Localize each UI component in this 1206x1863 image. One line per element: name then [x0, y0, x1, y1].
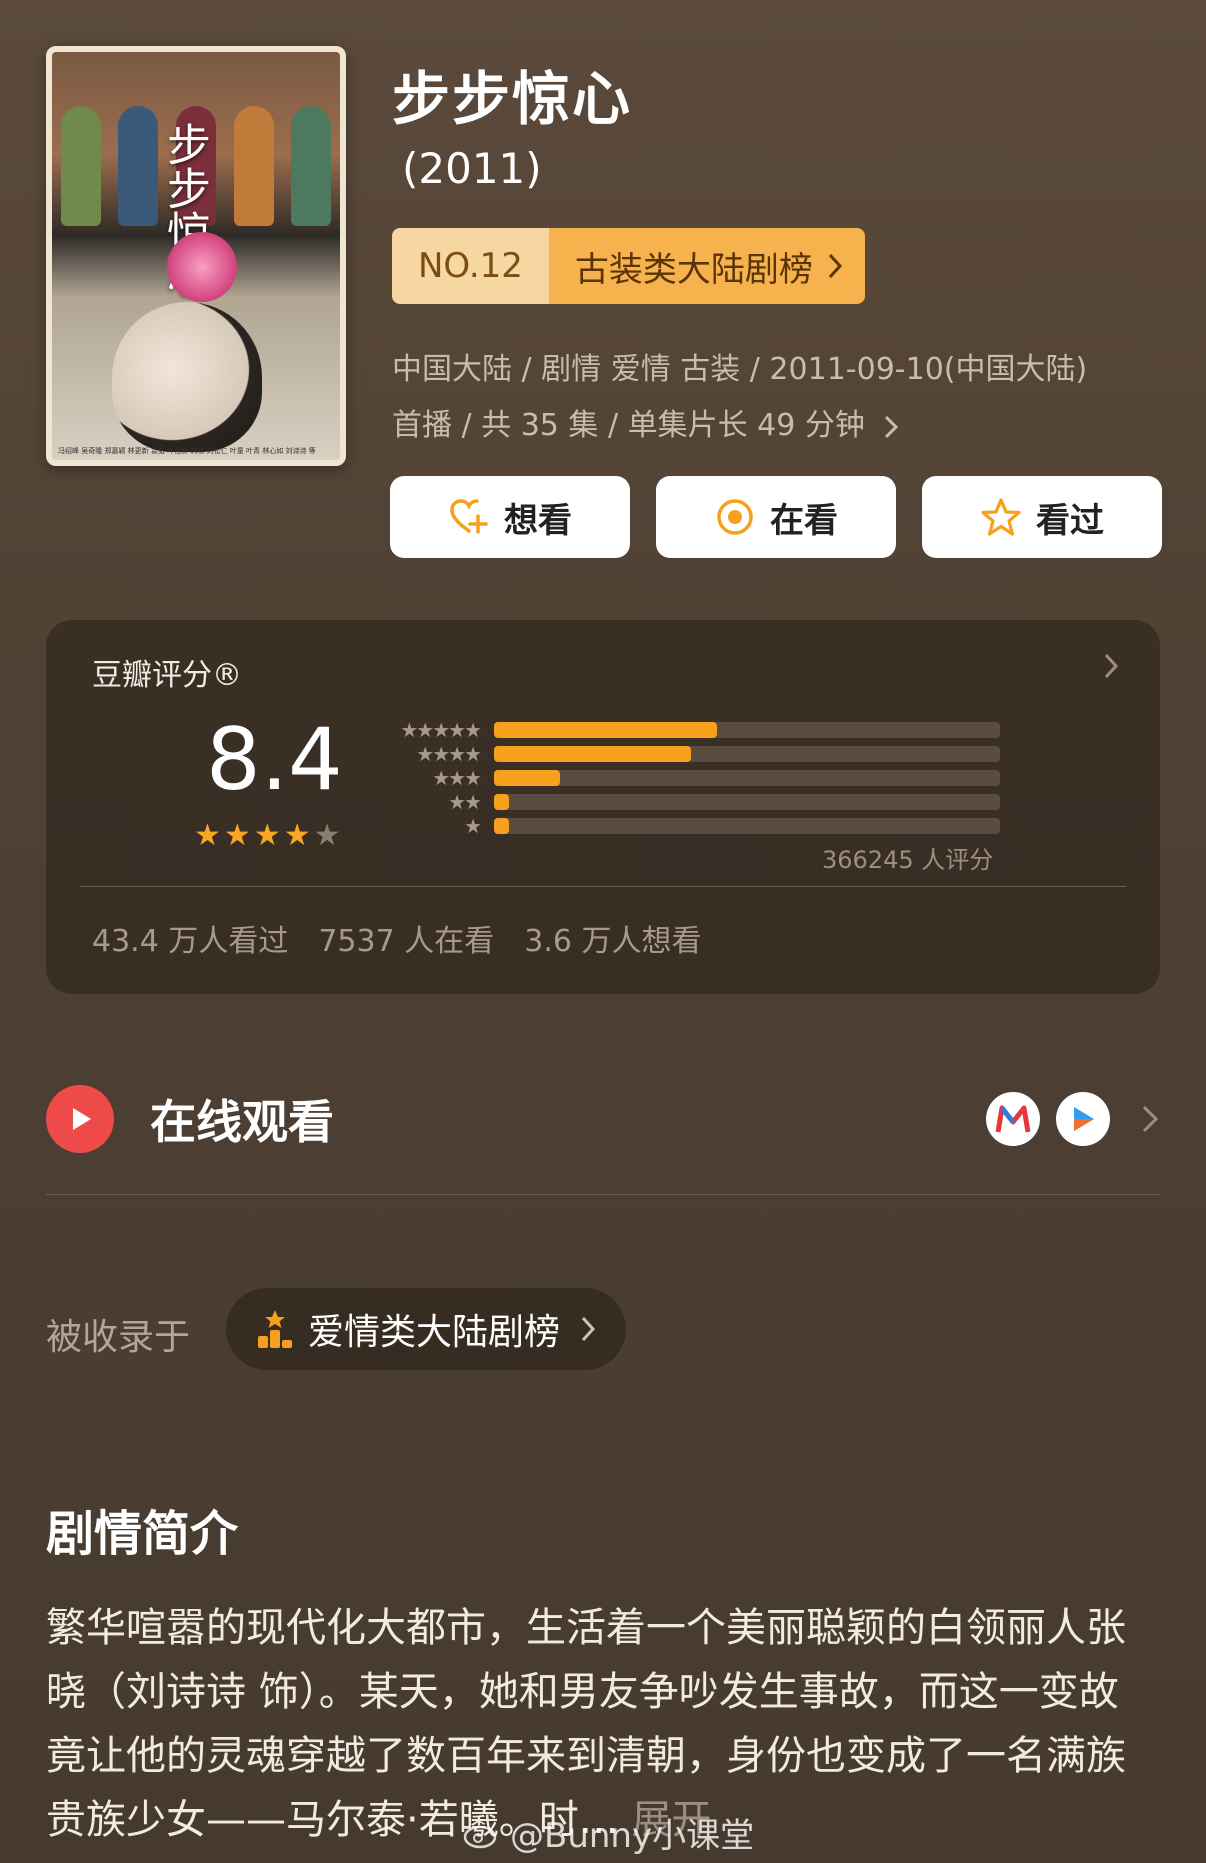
watched-button[interactable]: 看过	[922, 476, 1162, 558]
synopsis-title: 剧情简介	[46, 1506, 239, 1562]
rating-bar-track	[494, 746, 1000, 762]
watched-label: 看过	[1036, 500, 1104, 541]
want-button[interactable]: 想看	[390, 476, 630, 558]
included-list-label: 爱情类大陆剧榜	[308, 1312, 561, 1353]
rating-bar-row: ★★★	[384, 766, 1064, 790]
chevron-right-icon	[1142, 1105, 1159, 1133]
watch-online-label: 在线观看	[150, 1095, 334, 1149]
rating-stats: 43.4 万人看过 7537 人在看 3.6 万人想看	[92, 916, 701, 960]
poster-figure	[60, 106, 101, 226]
target-icon	[717, 499, 753, 535]
poster-rose	[167, 232, 237, 302]
rating-score: 8.4	[206, 710, 343, 810]
rating-count: 366245 人评分	[822, 846, 994, 874]
rating-bar-stars: ★★	[448, 790, 482, 814]
rating-bar-track	[494, 722, 1000, 738]
stat-watching: 7537 人在看	[318, 924, 495, 959]
weibo-icon	[463, 1825, 497, 1848]
chevron-right-icon	[1104, 653, 1119, 679]
release-year: (2011)	[402, 144, 542, 193]
heart-plus-icon	[450, 499, 488, 534]
star-empty-icon: ★	[313, 818, 341, 853]
rating-bar-fill	[494, 722, 717, 738]
rank-number: NO.12	[392, 228, 549, 304]
star-filled-icon: ★	[253, 818, 281, 853]
rank-list-link[interactable]: 古装类大陆剧榜	[548, 228, 865, 304]
action-buttons: 想看 在看 看过	[390, 476, 1162, 558]
poster-credits: 冯绍峰 吴奇隆 郑嘉颖 林更新 袁弘 叶祖新 韩栋 刘松仁 叶童 叶青 林心如 …	[58, 447, 316, 455]
platform-list	[986, 1092, 1160, 1146]
meta-line-2-text: 首播 / 共 35 集 / 单集片长 49 分钟	[392, 408, 865, 443]
rating-bar-fill	[494, 746, 692, 762]
chevron-right-icon	[885, 415, 899, 438]
rating-stars: ★ ★ ★ ★ ★	[194, 818, 341, 853]
poster-figure	[233, 106, 274, 226]
stat-watched: 43.4 万人看过	[92, 924, 289, 959]
rating-bar-stars: ★★★★★	[400, 718, 482, 742]
rating-title: 豆瓣评分®	[92, 658, 242, 693]
rating-bar-track	[494, 794, 1000, 810]
rating-bar-stars: ★	[464, 814, 482, 838]
watermark-text: @Bunny小课堂	[510, 1816, 755, 1856]
rating-card[interactable]: 豆瓣评分® 8.4 ★ ★ ★ ★ ★ ★★★★★ ★★★★ ★★★ ★★ ★ 366245 人…	[46, 620, 1160, 994]
watch-online-row[interactable]: 在线观看	[46, 1084, 1160, 1154]
youku-icon[interactable]	[1056, 1092, 1110, 1146]
rating-bar-row: ★★	[384, 790, 1064, 814]
included-list-chip[interactable]: 爱情类大陆剧榜	[226, 1288, 627, 1370]
rating-bar-track	[494, 770, 1000, 786]
rank-list-label: 古装类大陆剧榜	[574, 249, 813, 290]
watermark: @Bunny小课堂	[462, 1808, 754, 1857]
rating-bar-row: ★★★★★	[384, 718, 1064, 742]
divider	[80, 886, 1126, 887]
meta-info[interactable]: 中国大陆 / 剧情 爱情 古装 / 2011-09-10(中国大陆) 首播 / …	[392, 342, 1172, 454]
rating-bar-fill	[494, 818, 510, 834]
watching-button[interactable]: 在看	[656, 476, 896, 558]
mgtv-icon[interactable]	[986, 1092, 1040, 1146]
chevron-right-icon	[581, 1316, 596, 1342]
meta-line-1: 中国大陆 / 剧情 爱情 古装 / 2011-09-10(中国大陆)	[392, 352, 1088, 387]
stat-want: 3.6 万人想看	[524, 924, 702, 959]
rating-bar-fill	[494, 770, 560, 786]
star-filled-icon: ★	[283, 818, 311, 853]
rating-bar-row: ★	[384, 814, 1064, 838]
poster-face	[112, 302, 262, 452]
star-filled-icon: ★	[223, 818, 251, 853]
rank-badge[interactable]: NO.12 古装类大陆剧榜	[392, 228, 865, 304]
rating-bar-stars: ★★★★	[416, 742, 482, 766]
rating-bar-fill	[494, 794, 510, 810]
poster-figure	[291, 106, 332, 226]
star-filled-icon: ★	[194, 818, 221, 853]
poster-image[interactable]: 步步惊心 冯绍峰 吴奇隆 郑嘉颖 林更新 袁弘 叶祖新 韩栋 刘松仁 叶童 叶青…	[46, 46, 346, 466]
rating-bar-stars: ★★★	[432, 766, 482, 790]
play-icon	[46, 1085, 114, 1153]
podium-icon	[258, 1310, 292, 1348]
rating-bar-track	[494, 818, 1000, 834]
divider	[46, 1194, 1160, 1195]
watching-label: 在看	[770, 500, 838, 541]
meta-line-2: 首播 / 共 35 集 / 单集片长 49 分钟	[392, 398, 1172, 454]
rating-bar-row: ★★★★	[384, 742, 1064, 766]
star-outline-icon	[981, 498, 1021, 536]
chevron-right-icon	[828, 253, 842, 279]
included-label: 被收录于	[46, 1317, 191, 1358]
rating-distribution: ★★★★★ ★★★★ ★★★ ★★ ★	[384, 718, 1064, 838]
want-label: 想看	[504, 500, 572, 541]
page-title: 步步惊心	[392, 65, 633, 133]
